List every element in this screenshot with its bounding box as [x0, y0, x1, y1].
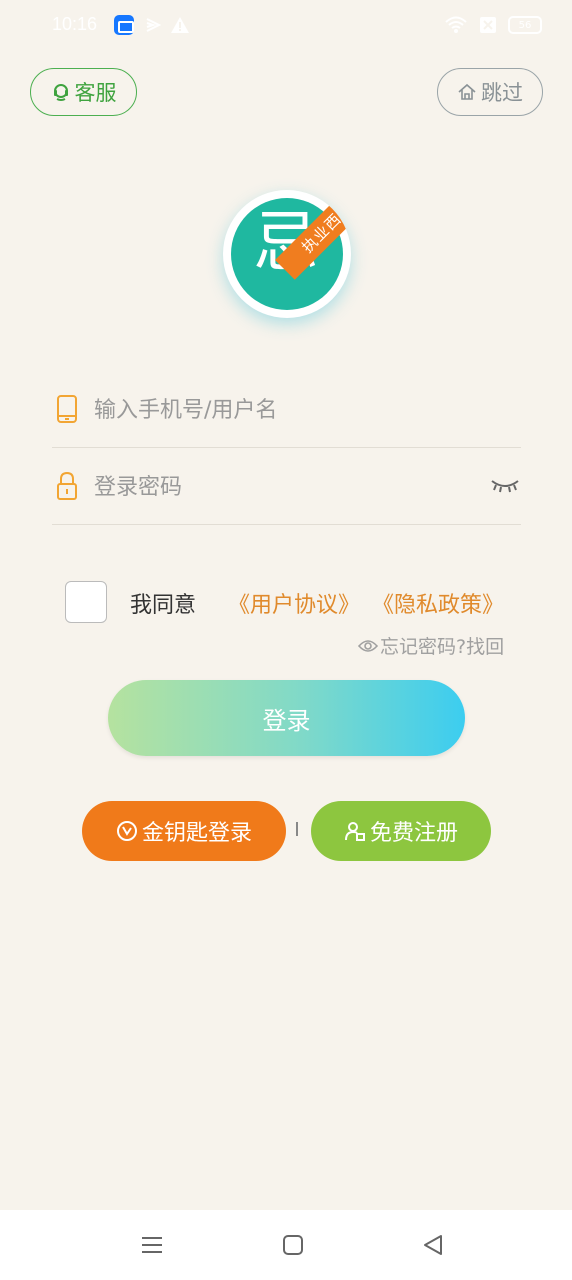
- eye-icon: [358, 639, 378, 652]
- status-icons-right: 56: [444, 15, 542, 35]
- customer-service-button[interactable]: 客服: [30, 68, 137, 116]
- forgot-password-link[interactable]: 忘记密码?找回: [358, 632, 504, 659]
- key-login-label: 金钥匙登录: [141, 821, 252, 846]
- app-notification-icon: [114, 15, 134, 35]
- forgot-password-label: 忘记密码?找回: [380, 636, 505, 658]
- system-nav-bar: [0, 1210, 572, 1280]
- skip-label: 跳过: [481, 81, 523, 105]
- user-add-icon: [344, 822, 365, 841]
- app-logo: 忌 执业西药: [223, 190, 351, 318]
- wifi-icon: [445, 16, 467, 33]
- headset-icon: [53, 84, 68, 101]
- status-time: 10:16: [52, 14, 98, 34]
- key-login-button[interactable]: 金钥匙登录: [82, 801, 286, 861]
- login-label: 登录: [262, 706, 311, 735]
- eye-closed-icon[interactable]: [490, 477, 520, 495]
- button-divider: [296, 822, 298, 836]
- back-icon[interactable]: [421, 1233, 445, 1257]
- skip-button[interactable]: 跳过: [437, 68, 543, 116]
- password-input[interactable]: [94, 467, 474, 507]
- agree-label: 我同意: [130, 593, 197, 618]
- register-label: 免费注册: [369, 821, 458, 846]
- cast-icon: [146, 18, 162, 32]
- username-input[interactable]: [94, 390, 474, 430]
- battery-icon: 56: [508, 16, 542, 34]
- username-row: [52, 372, 521, 448]
- warning-icon: [171, 17, 189, 33]
- status-bar: 10:16 56: [0, 0, 572, 52]
- login-button[interactable]: 登录: [108, 680, 465, 756]
- customer-service-label: 客服: [74, 81, 117, 105]
- user-agreement-link[interactable]: 《用户协议》: [228, 587, 360, 619]
- privacy-policy-link[interactable]: 《隐私政策》: [372, 587, 504, 619]
- home-nav-icon[interactable]: [281, 1233, 305, 1257]
- lock-icon: [57, 471, 77, 500]
- home-icon: [458, 83, 476, 100]
- sim-icon: [480, 17, 496, 33]
- register-button[interactable]: 免费注册: [311, 801, 491, 861]
- password-row: [52, 449, 521, 525]
- phone-icon: [57, 395, 77, 423]
- agreement-checkbox[interactable]: [65, 581, 107, 623]
- menu-icon[interactable]: [140, 1233, 164, 1257]
- battery-level: 56: [518, 19, 532, 31]
- key-icon: [116, 821, 137, 841]
